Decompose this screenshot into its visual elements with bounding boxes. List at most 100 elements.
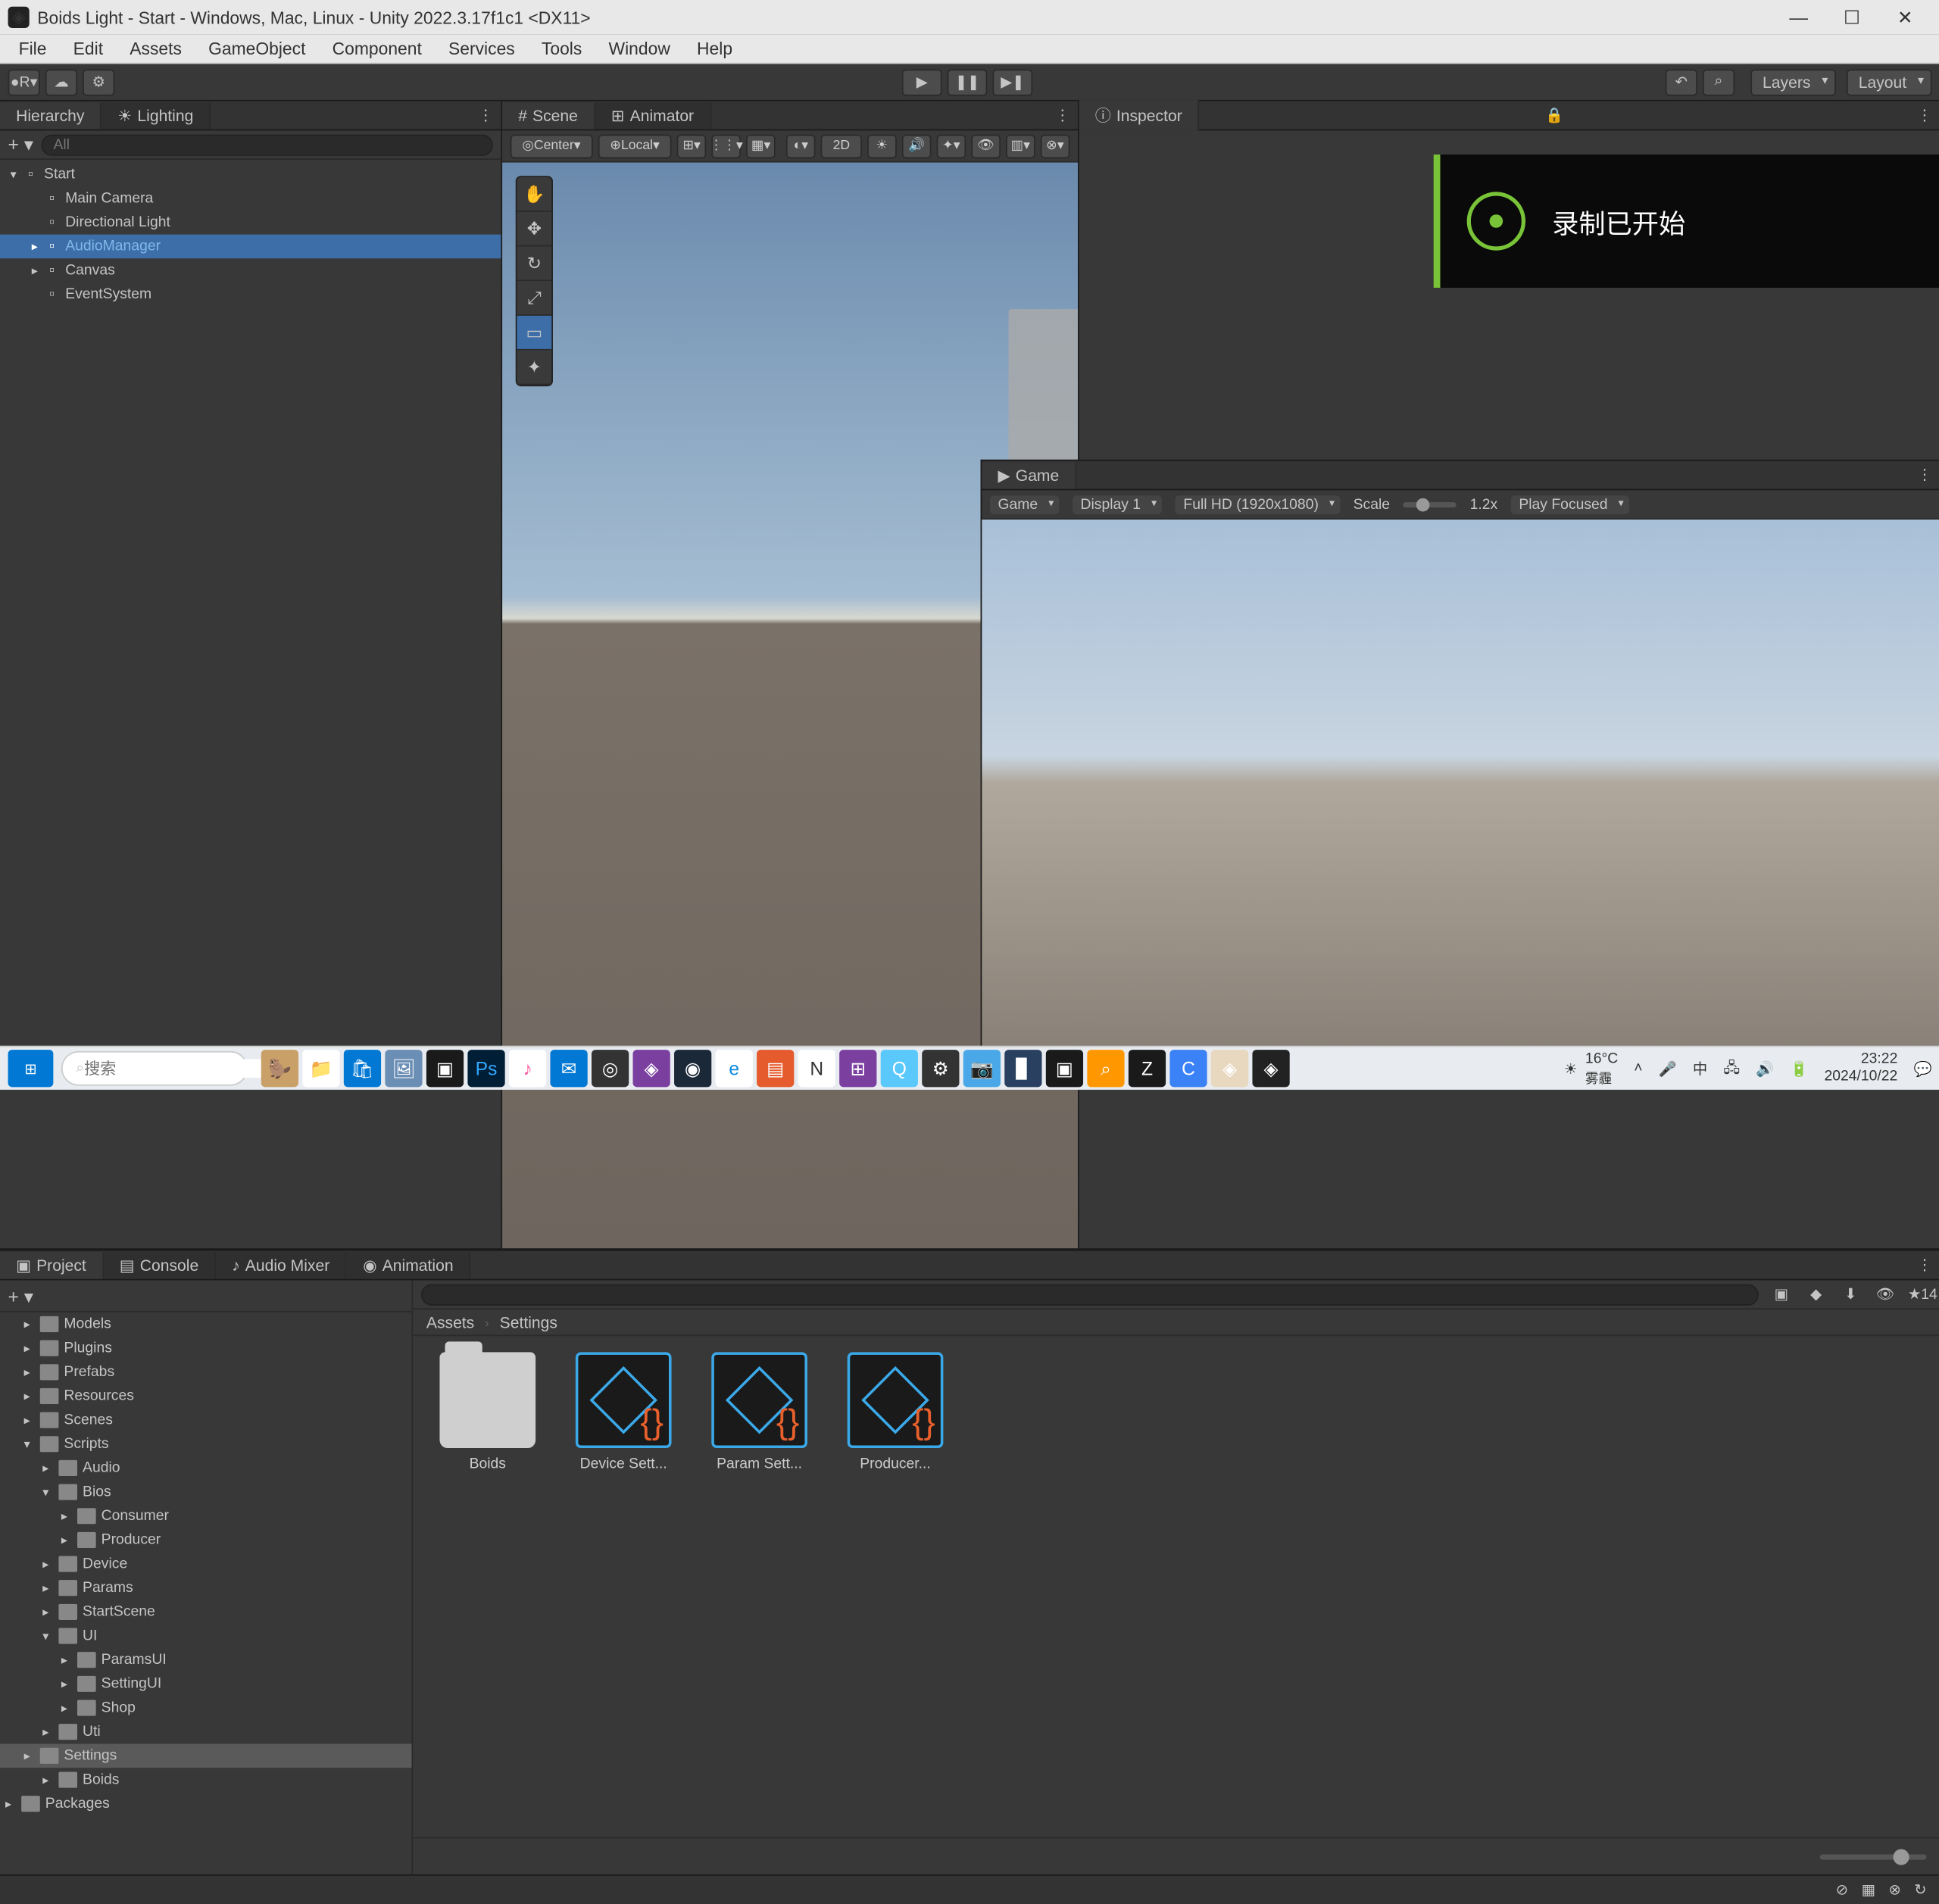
- scale-slider[interactable]: [1404, 501, 1457, 507]
- close-button[interactable]: ✕: [1878, 0, 1931, 35]
- taskbar-app[interactable]: ▣: [426, 1050, 464, 1087]
- taskbar-app[interactable]: ▤: [757, 1050, 794, 1087]
- taskbar-app[interactable]: ◈: [633, 1050, 670, 1087]
- tab-hierarchy[interactable]: Hierarchy: [0, 102, 101, 129]
- taskbar-app[interactable]: ⌕: [1087, 1050, 1124, 1087]
- thumbnail-size-slider[interactable]: [1820, 1854, 1927, 1859]
- asset-item[interactable]: Param Sett...: [701, 1352, 818, 1472]
- taskbar-app[interactable]: 🖼: [385, 1050, 422, 1087]
- menu-component[interactable]: Component: [319, 36, 435, 61]
- tray-battery-icon[interactable]: 🔋: [1790, 1060, 1808, 1077]
- taskbar-app[interactable]: ◎: [592, 1050, 629, 1087]
- audio-toggle[interactable]: 🔊: [902, 134, 932, 158]
- cloud-button[interactable]: ☁: [45, 69, 77, 95]
- tab-audiomixer[interactable]: ♪ Audio Mixer: [216, 1252, 347, 1278]
- tray-volume-icon[interactable]: 🔊: [1756, 1060, 1774, 1077]
- project-folder[interactable]: ▸Uti: [0, 1720, 412, 1744]
- draw-mode-dropdown[interactable]: ◐▾: [786, 134, 816, 158]
- tab-game[interactable]: ▶ Game: [982, 461, 1076, 488]
- menu-file[interactable]: File: [5, 36, 60, 61]
- tab-lighting[interactable]: ☀ Lighting: [101, 102, 211, 129]
- menu-assets[interactable]: Assets: [117, 36, 195, 61]
- hierarchy-node[interactable]: ▾▫Start: [0, 163, 501, 187]
- hand-tool[interactable]: ✋: [517, 177, 551, 212]
- taskbar-app[interactable]: C: [1169, 1050, 1207, 1087]
- project-folder[interactable]: ▸StartScene: [0, 1600, 412, 1625]
- tab-project[interactable]: ▣ Project: [0, 1252, 104, 1278]
- taskbar-app[interactable]: ⊞: [839, 1050, 876, 1087]
- taskbar-search[interactable]: ⌕: [61, 1051, 248, 1086]
- favorite-icon[interactable]: ★14: [1908, 1285, 1932, 1303]
- visibility-toggle[interactable]: 👁: [971, 134, 1001, 158]
- snap-increment-button[interactable]: ⋮⋮▾: [711, 134, 741, 158]
- undo-history-button[interactable]: ↶: [1666, 69, 1697, 95]
- taskbar-app[interactable]: Z: [1129, 1050, 1166, 1087]
- tab-animation[interactable]: ◉ Animation: [347, 1252, 470, 1278]
- camera-dropdown[interactable]: ▥▾: [1006, 134, 1035, 158]
- resolution-dropdown[interactable]: Full HD (1920x1080): [1176, 495, 1340, 513]
- search-by-label-icon[interactable]: ◆: [1804, 1285, 1828, 1303]
- tab-scene[interactable]: # Scene: [502, 102, 595, 129]
- settings-button[interactable]: ⚙: [83, 69, 114, 95]
- display-dropdown[interactable]: Display 1: [1073, 495, 1162, 513]
- transform-tool[interactable]: ✦: [517, 351, 551, 385]
- tray-network-icon[interactable]: 🖧: [1723, 1056, 1740, 1081]
- project-folder[interactable]: ▾Scripts: [0, 1432, 412, 1456]
- project-folder[interactable]: ▸SettingUI: [0, 1672, 412, 1696]
- taskbar-app[interactable]: ◈: [1211, 1050, 1248, 1087]
- hierarchy-node[interactable]: ▸▫Canvas: [0, 258, 501, 282]
- project-folder[interactable]: ▾Bios: [0, 1480, 412, 1504]
- step-button[interactable]: ▶❚: [992, 69, 1032, 95]
- project-search-input[interactable]: [421, 1284, 1759, 1305]
- layers-dropdown[interactable]: Layers: [1750, 69, 1836, 95]
- project-folder[interactable]: ▸Boids: [0, 1768, 412, 1792]
- account-button[interactable]: ● R ▾: [8, 69, 40, 95]
- save-search-icon[interactable]: ⬇: [1838, 1285, 1863, 1303]
- start-button[interactable]: ⊞: [8, 1050, 54, 1087]
- project-folder[interactable]: ▸Consumer: [0, 1504, 412, 1528]
- hierarchy-node[interactable]: ▫Directional Light: [0, 211, 501, 235]
- taskbar-app[interactable]: e: [716, 1050, 753, 1087]
- hierarchy-node[interactable]: ▸▫AudioManager: [0, 235, 501, 259]
- taskbar-app[interactable]: ▣: [1046, 1050, 1083, 1087]
- create-dropdown[interactable]: + ▾: [8, 133, 34, 156]
- project-folder[interactable]: ▸Audio: [0, 1456, 412, 1481]
- mode-2d-toggle[interactable]: 2D: [821, 134, 862, 158]
- play-button[interactable]: ▶: [902, 69, 942, 95]
- hierarchy-node[interactable]: ▫Main Camera: [0, 186, 501, 211]
- panel-menu-icon[interactable]: ⋮: [1909, 467, 1939, 484]
- project-folder[interactable]: ▸Scenes: [0, 1408, 412, 1432]
- scale-tool[interactable]: ⤢: [517, 281, 551, 316]
- taskbar-app[interactable]: 🦫: [261, 1050, 298, 1087]
- taskbar-app[interactable]: ✉: [550, 1050, 587, 1087]
- menu-gameobject[interactable]: GameObject: [195, 36, 319, 61]
- panel-menu-icon[interactable]: ⋮: [1909, 107, 1939, 124]
- breadcrumb-assets[interactable]: Assets: [426, 1313, 474, 1331]
- minimize-button[interactable]: —: [1772, 0, 1825, 35]
- tray-notifications-icon[interactable]: 💬: [1913, 1060, 1931, 1077]
- rotate-tool[interactable]: ↻: [517, 246, 551, 281]
- asset-item[interactable]: Boids: [429, 1352, 546, 1472]
- game-view[interactable]: [982, 520, 1939, 1046]
- project-folder[interactable]: ▸Device: [0, 1552, 412, 1576]
- taskbar-app[interactable]: 📁: [302, 1050, 339, 1087]
- menu-tools[interactable]: Tools: [528, 36, 595, 61]
- lock-icon[interactable]: 🔒: [1538, 107, 1572, 124]
- menu-services[interactable]: Services: [435, 36, 528, 61]
- panel-menu-icon[interactable]: ⋮: [1047, 107, 1077, 124]
- game-dropdown[interactable]: Game: [990, 495, 1059, 513]
- project-folder[interactable]: ▸Models: [0, 1313, 412, 1337]
- project-folder[interactable]: ▸Params: [0, 1576, 412, 1600]
- project-folder[interactable]: ▸Packages: [0, 1792, 412, 1816]
- taskbar-app[interactable]: Ps: [467, 1050, 504, 1087]
- tray-mic-icon[interactable]: 🎤: [1659, 1060, 1677, 1077]
- hierarchy-search-input[interactable]: [42, 134, 493, 155]
- hidden-packages-icon[interactable]: 👁: [1873, 1285, 1897, 1303]
- taskbar-app[interactable]: ⚙: [922, 1050, 959, 1087]
- menu-window[interactable]: Window: [595, 36, 684, 61]
- taskbar-search-input[interactable]: [84, 1059, 291, 1078]
- focus-dropdown[interactable]: Play Focused: [1511, 495, 1629, 513]
- project-folder[interactable]: ▸ParamsUI: [0, 1648, 412, 1672]
- tray-chevron-icon[interactable]: ˄: [1634, 1060, 1642, 1076]
- taskbar-unity-app[interactable]: ◈: [1252, 1050, 1289, 1087]
